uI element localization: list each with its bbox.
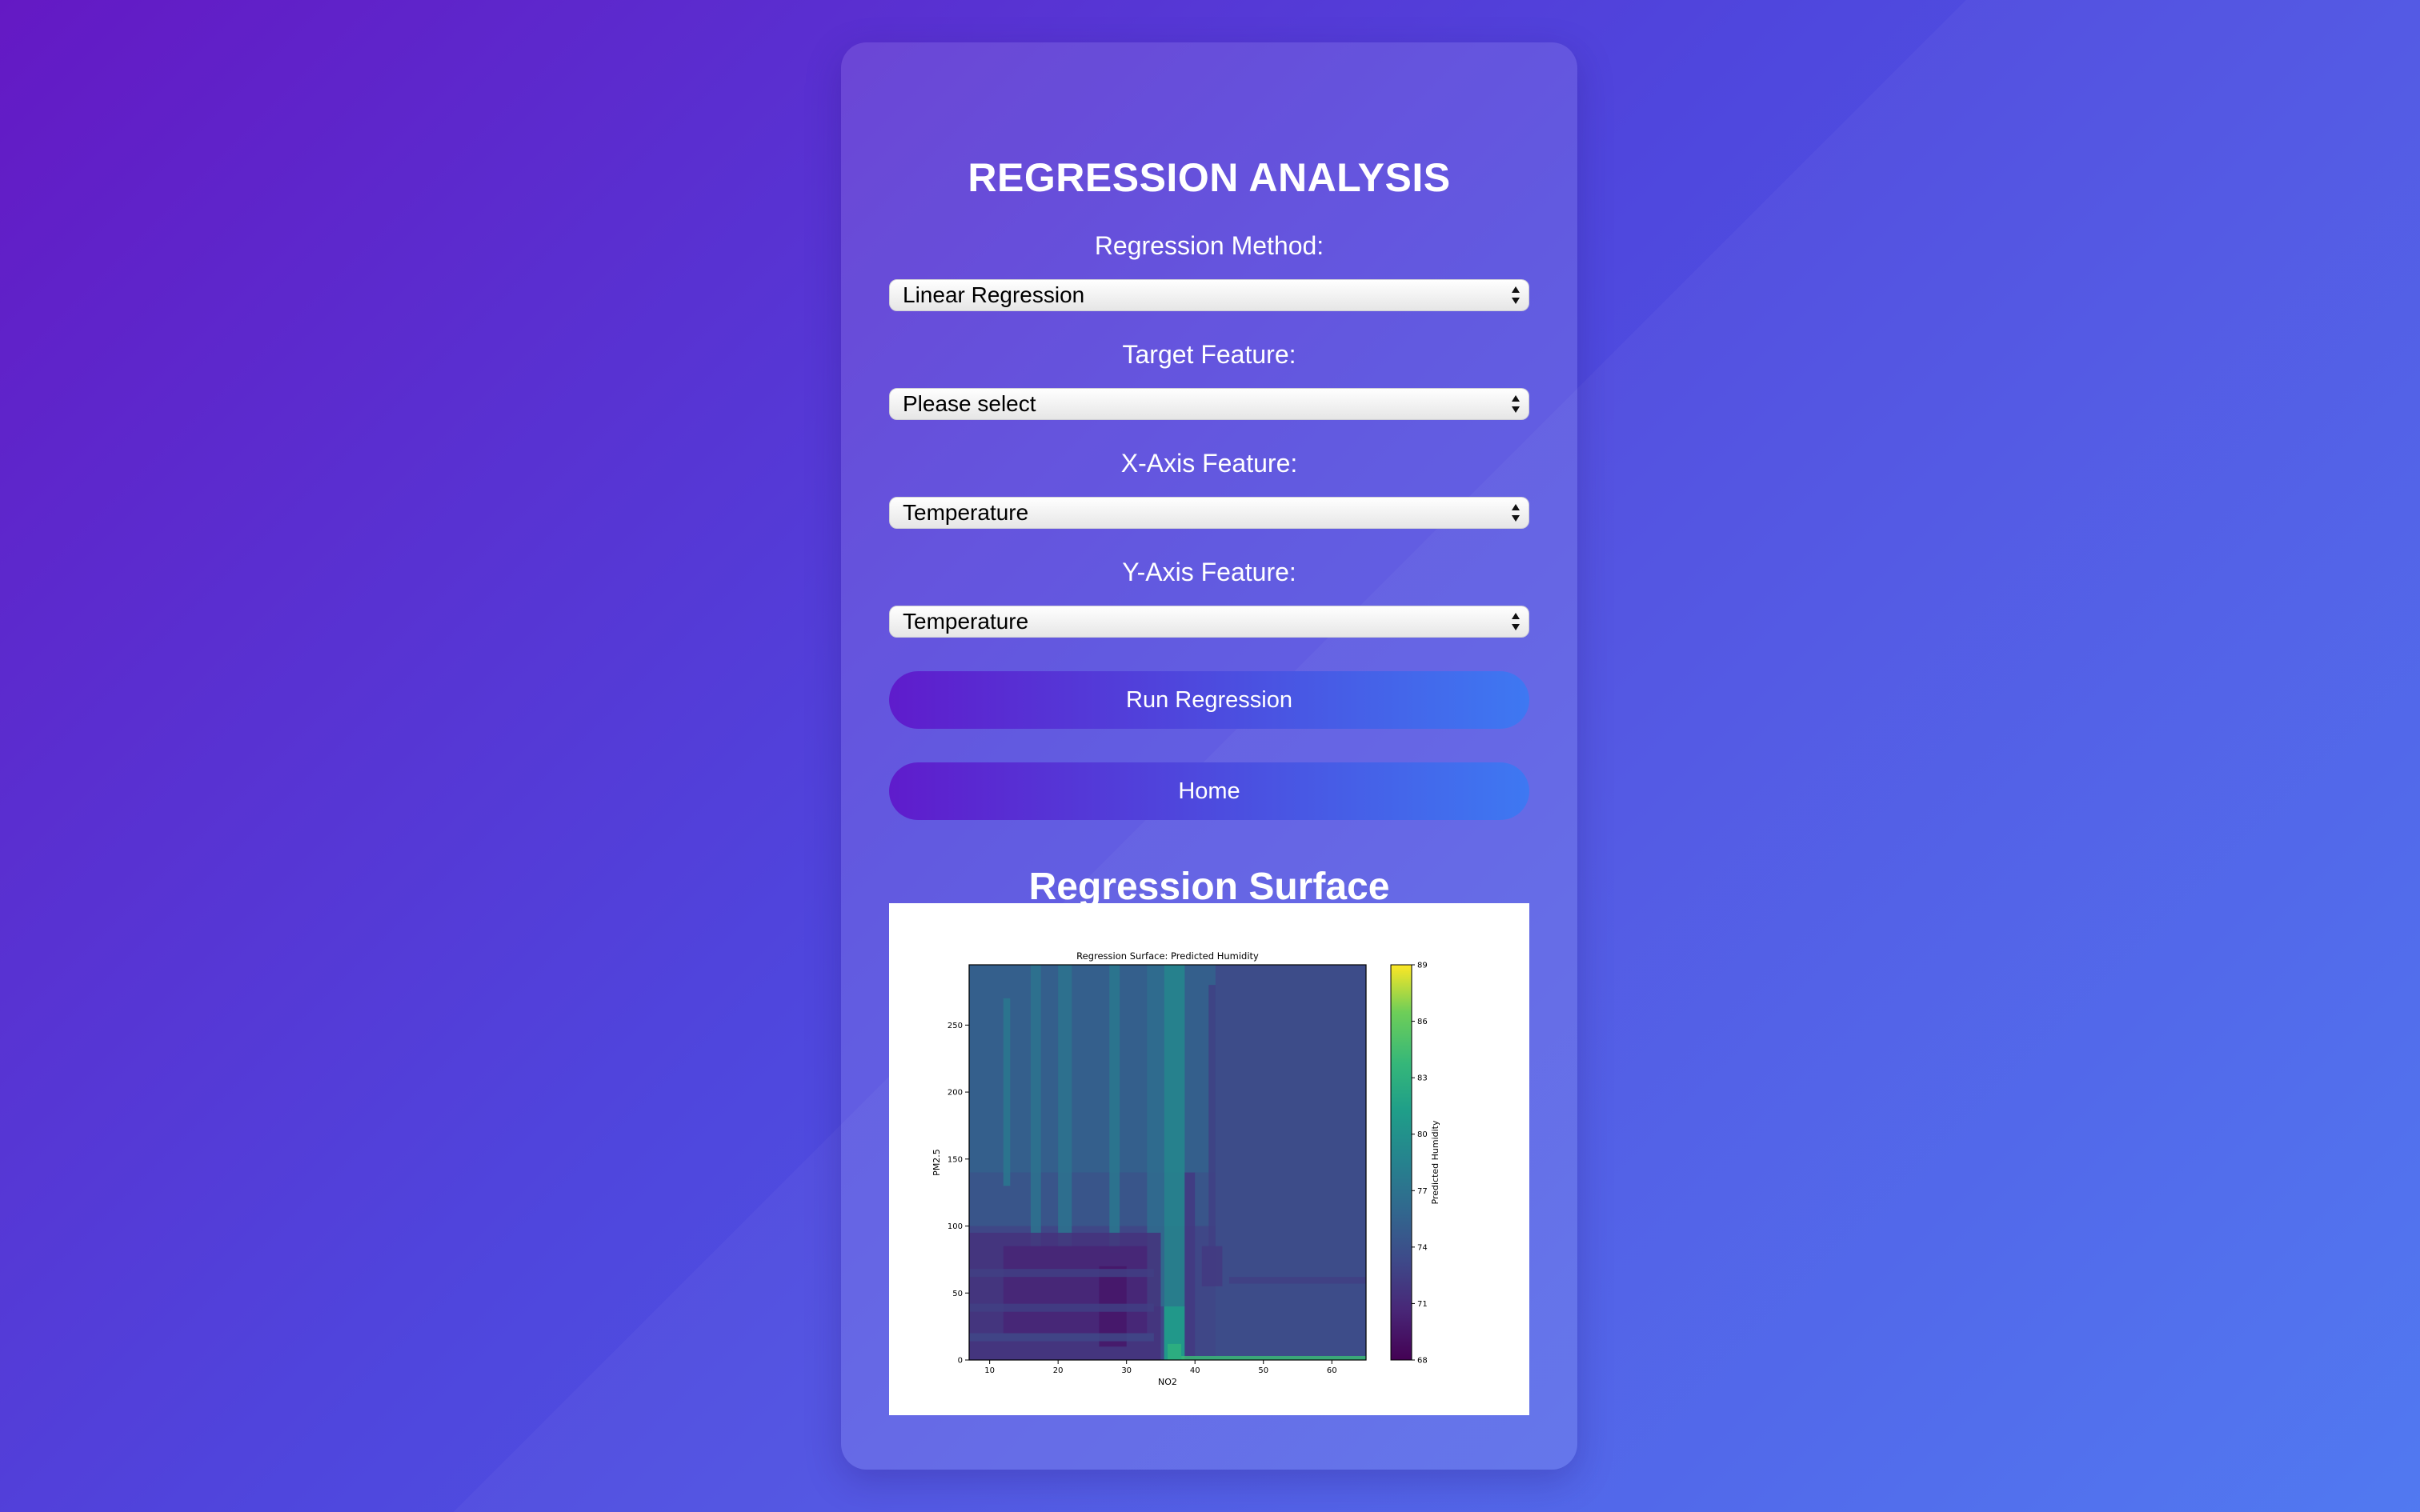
- x-axis-feature-label: X-Axis Feature:: [1120, 449, 1298, 478]
- x-tick-label: 40: [1190, 1366, 1200, 1375]
- colorbar-tick-label: 71: [1417, 1300, 1428, 1309]
- colorbar-tick-label: 80: [1417, 1130, 1428, 1139]
- regression-method-value: Linear Regression: [903, 282, 1085, 307]
- surface-region-14: [969, 1333, 1154, 1342]
- x-tick-label: 50: [1258, 1366, 1268, 1375]
- colorbar-tick-label: 86: [1417, 1018, 1428, 1026]
- x-tick-label: 10: [984, 1366, 995, 1375]
- surface-region-13: [969, 1303, 1154, 1312]
- select-arrows-icon: [1512, 613, 1520, 630]
- target-feature-label: Target Feature:: [1122, 340, 1296, 369]
- colorbar: [1390, 964, 1412, 1361]
- surface-region-21: [1181, 1355, 1366, 1360]
- surface-chart: Regression Surface: Predicted Humidity 1…: [932, 950, 1440, 1387]
- select-arrows-icon: [1512, 395, 1520, 413]
- colorbar-tick-label: 74: [1417, 1243, 1428, 1252]
- colorbar-ticks: 68 71 74 77 80 83 86 89: [1412, 962, 1428, 1366]
- regression-method-label: Regression Method:: [1094, 231, 1324, 260]
- y-axis-label: PM2.5: [932, 1149, 942, 1176]
- y-axis-ticks: 0 50 100 150 200 250: [948, 1022, 969, 1366]
- colorbar-label: Predicted Humidity: [1430, 1120, 1440, 1205]
- y-tick-label: 200: [948, 1089, 963, 1098]
- y-axis-feature-label: Y-Axis Feature:: [1122, 558, 1296, 586]
- select-arrows-icon: [1512, 286, 1520, 304]
- y-tick-label: 150: [948, 1155, 963, 1164]
- surface-region-7: [1164, 965, 1185, 1360]
- x-axis-feature-value: Temperature: [903, 500, 1029, 525]
- target-feature-select[interactable]: Please select: [889, 388, 1529, 420]
- x-axis-ticks: 10 20 30 40 50 60: [984, 1360, 1337, 1375]
- y-tick-label: 0: [958, 1357, 963, 1366]
- y-tick-label: 50: [952, 1290, 963, 1298]
- select-arrows-icon: [1512, 504, 1520, 522]
- colorbar-tick-label: 83: [1417, 1074, 1428, 1083]
- x-tick-label: 30: [1121, 1366, 1132, 1375]
- surface-region-16: [1168, 1343, 1182, 1360]
- x-tick-label: 20: [1053, 1366, 1064, 1375]
- chart-title: Regression Surface: Predicted Humidity: [1076, 950, 1259, 962]
- regression-method-select[interactable]: Linear Regression: [889, 279, 1529, 311]
- x-tick-label: 60: [1327, 1366, 1337, 1375]
- colorbar-tick-label: 77: [1417, 1187, 1428, 1196]
- surface-region-17: [1184, 1172, 1196, 1360]
- target-feature-value: Please select: [903, 391, 1036, 416]
- surface-region-18: [1208, 985, 1216, 1246]
- surface-region-19: [1201, 1246, 1223, 1286]
- home-button[interactable]: Home: [889, 762, 1529, 820]
- page-title: REGRESSION ANALYSIS: [968, 155, 1451, 200]
- colorbar-tick-label: 89: [1417, 962, 1428, 970]
- run-regression-button[interactable]: Run Regression: [889, 671, 1529, 729]
- y-axis-feature-select[interactable]: Temperature: [889, 606, 1529, 638]
- colorbar-tick-label: 68: [1417, 1357, 1428, 1366]
- x-axis-feature-select[interactable]: Temperature: [889, 497, 1529, 529]
- surface-region-3: [1003, 998, 1011, 1186]
- surface-region-20: [1228, 1277, 1366, 1284]
- results-section-title: Regression Surface: [1028, 866, 1390, 908]
- y-axis-feature-value: Temperature: [903, 609, 1029, 634]
- y-tick-label: 250: [948, 1022, 963, 1030]
- regression-surface-plot: Regression Surface: Predicted Humidity 1…: [889, 903, 1529, 1415]
- regression-panel: REGRESSION ANALYSIS Regression Method: L…: [841, 42, 1577, 1470]
- y-tick-label: 100: [948, 1222, 963, 1231]
- surface-region-12: [969, 1269, 1154, 1278]
- surface-region-6: [1109, 965, 1120, 1254]
- x-axis-label: NO2: [1158, 1377, 1177, 1387]
